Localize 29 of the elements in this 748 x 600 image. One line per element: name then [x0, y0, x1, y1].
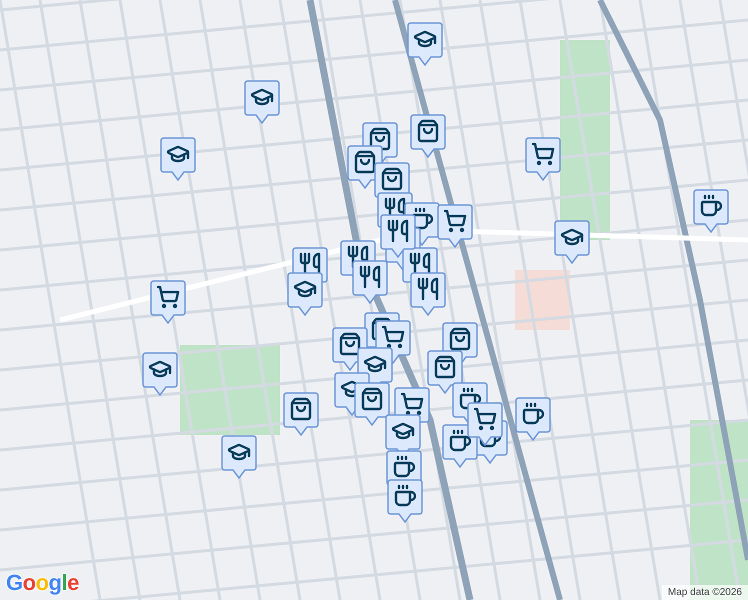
shopping-cart-icon — [381, 325, 405, 349]
shopping-bag-icon — [353, 150, 377, 174]
coffee-cup-icon — [410, 207, 434, 231]
shopping-cart-icon — [473, 407, 497, 431]
coffee-cup-icon — [458, 387, 482, 411]
map-attribution: Map data ©2026 — [662, 585, 748, 600]
shopping-bag-icon — [433, 355, 457, 379]
shopping-bag-icon — [338, 332, 362, 356]
coffee-cup-icon — [699, 194, 723, 218]
shopping-bag-icon — [416, 119, 440, 143]
coffee-cup-icon — [393, 484, 417, 508]
shopping-bag-icon — [448, 327, 472, 351]
shopping-bag-icon — [360, 387, 384, 411]
fork-knife-icon — [346, 245, 370, 269]
shopping-cart-icon — [531, 142, 555, 166]
fork-knife-icon — [416, 277, 440, 301]
shopping-cart-icon — [400, 392, 424, 416]
shopping-cart-icon — [156, 285, 180, 309]
fork-knife-icon — [386, 219, 410, 243]
shopping-bag-icon — [368, 127, 392, 151]
coffee-cup-icon — [392, 455, 416, 479]
shopping-bag-icon — [289, 397, 313, 421]
coffee-cup-icon — [521, 402, 545, 426]
shopping-bag-icon — [380, 167, 404, 191]
google-logo: Google — [6, 570, 79, 596]
fork-knife-icon — [358, 265, 382, 289]
shopping-cart-icon — [443, 209, 467, 233]
map[interactable]: Google Map data ©2026 — [0, 0, 748, 600]
coffee-cup-icon — [448, 429, 472, 453]
